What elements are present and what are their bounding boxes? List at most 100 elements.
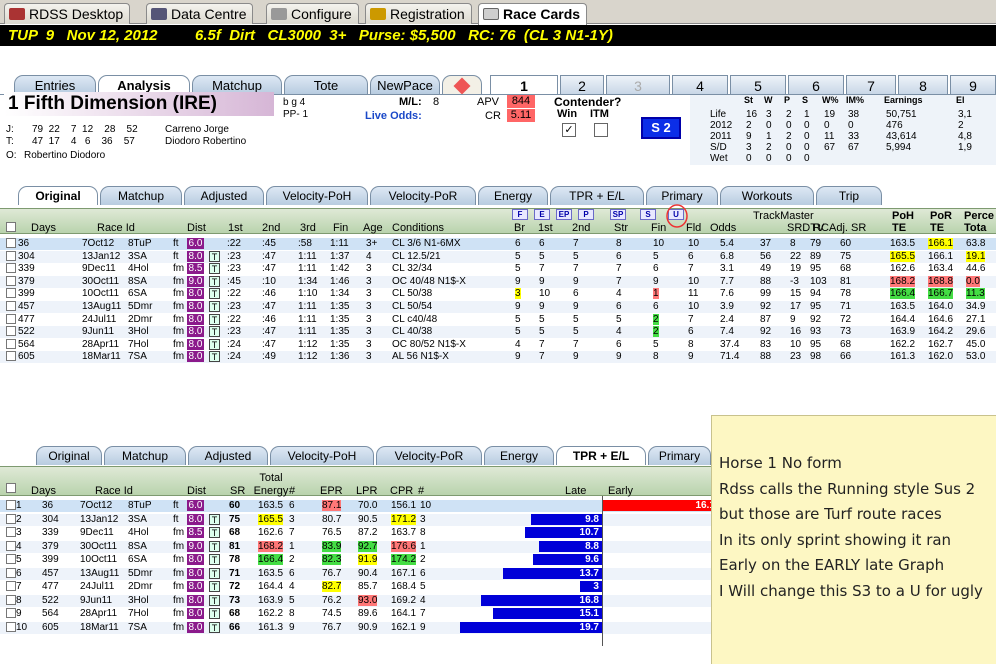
horse-tab-5[interactable]: 5 xyxy=(730,75,786,95)
grid1-cell: 1:11 xyxy=(298,313,317,325)
grid2-cell: 8TuP xyxy=(128,500,152,511)
select-all-checkbox-2[interactable] xyxy=(6,483,16,493)
horse-tab-6[interactable]: 6 xyxy=(788,75,844,95)
grid1-cell: 72 xyxy=(840,313,852,325)
grid1-cell: 1:35 xyxy=(330,301,350,312)
table-row[interactable]: 1 36 7Oct12 8TuP ft 6.0 60 163.5 6 87.1 70.0 156.1 1… xyxy=(0,500,718,512)
pace-button-sp[interactable]: SP xyxy=(610,209,626,220)
table-row[interactable]: 457 13Aug11 5Dmr fm 8.0:23:47 1:11 1:35 3 CL 50/… xyxy=(0,301,996,313)
record-cell: 38 xyxy=(848,109,860,120)
table-row[interactable]: 6 457 13Aug11 5Dmr fm 8.0 71 163.5 6 76.7 90.4 167.… xyxy=(0,567,711,580)
row-checkbox[interactable] xyxy=(6,275,16,286)
table-row[interactable]: 564 28Apr11 7Hol fm 8.0:24:47 1:12 1:35 3 OC 80/… xyxy=(0,338,996,351)
tab-data-centre[interactable]: Data Centre xyxy=(146,3,254,24)
subtab2-tpr-e-l[interactable]: TPR + E/L xyxy=(556,446,646,465)
horse-tab-2[interactable]: 2 xyxy=(560,75,604,95)
table-row[interactable]: 477 24Jul11 2Dmr fm 8.0:22:46 1:11 1:35 3 CL c40… xyxy=(0,313,996,326)
row-checkbox[interactable] xyxy=(6,301,16,311)
horse-tab-1[interactable]: 1 xyxy=(490,75,558,95)
apv-value: 844 xyxy=(507,95,535,108)
row-checkbox[interactable] xyxy=(6,581,16,591)
row-checkbox[interactable] xyxy=(6,263,16,274)
tab-rdss-desktop[interactable]: RDSS Desktop xyxy=(4,3,131,24)
subtab2-velocity-poh[interactable]: Velocity-PoH xyxy=(270,446,374,465)
row-checkbox[interactable] xyxy=(6,351,16,362)
pace-button-p[interactable]: P xyxy=(578,209,594,220)
row-checkbox[interactable] xyxy=(6,288,16,299)
row-checkbox[interactable] xyxy=(6,250,16,261)
pace-button-f[interactable]: F xyxy=(512,209,528,220)
table-row[interactable]: 379 30Oct11 8SA fm 9.0:45:10 1:34 1:46 3 OC 40/4… xyxy=(0,275,996,288)
row-checkbox[interactable] xyxy=(6,527,16,537)
pace-button-e[interactable]: E xyxy=(534,209,550,220)
tab-newpace[interactable]: NewPace xyxy=(370,75,440,94)
record-cell: Wet xyxy=(710,153,728,164)
win-checkbox[interactable]: ✓ xyxy=(562,123,576,137)
subtab2-primary[interactable]: Primary xyxy=(648,446,711,465)
subtab-velocity-poh[interactable]: Velocity-PoH xyxy=(266,186,368,205)
itm-checkbox[interactable] xyxy=(594,123,608,137)
table-row[interactable]: 8 522 9Jun11 3Hol fm 8.0 73 163.9 5 76.2 93.0 169.2… xyxy=(0,594,711,607)
tab-registration[interactable]: Registration xyxy=(365,3,472,24)
horse-tab-4[interactable]: 4 xyxy=(672,75,728,95)
row-checkbox[interactable] xyxy=(6,238,16,248)
row-checkbox[interactable] xyxy=(6,594,16,605)
subtab-velocity-por[interactable]: Velocity-PoR xyxy=(370,186,476,205)
row-checkbox[interactable] xyxy=(6,540,16,551)
horse-tab-3[interactable]: 3 xyxy=(606,75,670,95)
table-row[interactable]: 339 9Dec11 4Hol fm 8.5:23:47 1:11 1:42 3 CL 32/3… xyxy=(0,263,996,275)
subtab-matchup[interactable]: Matchup xyxy=(100,186,182,205)
subtab-tpr-e-l[interactable]: TPR + E/L xyxy=(550,186,644,205)
table-row[interactable]: 2 304 13Jan12 3SA ft 8.0 75 165.5 3 80.7 90.5 171.2… xyxy=(0,513,711,526)
grid1-cell: 8.0 xyxy=(187,326,204,338)
table-row[interactable]: 36 7Oct12 8TuP ft 6.0:22:45:58 1:11 3+ CL 3/6 N… xyxy=(0,238,996,250)
subtab-energy[interactable]: Energy xyxy=(478,186,548,205)
table-row[interactable]: 7 477 24Jul11 2Dmr fm 8.0 72 164.4 4 82.7 85.7 168.… xyxy=(0,581,711,593)
table-row[interactable]: 522 9Jun11 3Hol fm 8.0:23:47 1:11 1:35 3 CL 40/3… xyxy=(0,326,996,339)
pace-button-s[interactable]: S xyxy=(640,209,656,220)
diamond-icon-button[interactable] xyxy=(442,75,482,95)
tab-configure[interactable]: Configure xyxy=(266,3,359,24)
select-all-checkbox[interactable] xyxy=(6,222,16,232)
tab-tote[interactable]: Tote xyxy=(284,75,368,94)
table-row[interactable]: 399 10Oct11 6SA fm 8.0:22:46 1:10 1:34 3 CL 50/3… xyxy=(0,288,996,300)
subtab-original[interactable]: Original xyxy=(18,186,98,205)
subtab-workouts[interactable]: Workouts xyxy=(720,186,814,205)
grid1-cell: :47 xyxy=(262,250,276,262)
subtab2-energy[interactable]: Energy xyxy=(484,446,554,465)
table-row[interactable]: 605 18Mar11 7SA fm 8.0:24:49 1:12 1:36 3 AL 56 N… xyxy=(0,351,996,364)
row-checkbox[interactable] xyxy=(6,313,16,324)
row-checkbox[interactable] xyxy=(6,554,16,564)
row-checkbox[interactable] xyxy=(6,567,16,578)
table-row[interactable]: 5 399 10Oct11 6SA fm 8.0 78 166.4 2 82.3 91.9 174.2… xyxy=(0,554,711,566)
table-row[interactable]: 304 13Jan12 3SA ft 8.0:23:47 1:11 1:37 4 CL 12.5… xyxy=(0,250,996,263)
subtab2-velocity-por[interactable]: Velocity-PoR xyxy=(376,446,482,465)
tab-race-cards[interactable]: Race Cards xyxy=(478,3,588,25)
grid2-cell: 60 xyxy=(229,500,241,511)
row-checkbox[interactable] xyxy=(6,326,16,337)
row-checkbox[interactable] xyxy=(6,513,16,524)
grid1-cell: :24 xyxy=(227,338,241,350)
grid1-cell: fm xyxy=(173,275,185,287)
table-row[interactable]: 3 339 9Dec11 4Hol fm 8.5 68 162.6 7 76.5 87.2 163.7… xyxy=(0,527,711,539)
running-style-button[interactable]: S 2 xyxy=(641,117,681,139)
contender-label: Contender? xyxy=(554,95,622,109)
grid1-cell: 10 xyxy=(539,288,551,300)
subtab-trip[interactable]: Trip xyxy=(816,186,882,205)
table-row[interactable]: 4 379 30Oct11 8SA fm 9.0 81 168.2 1 83.9 92.7 176.6… xyxy=(0,540,711,553)
subtab2-matchup[interactable]: Matchup xyxy=(104,446,186,465)
subtab2-original[interactable]: Original xyxy=(36,446,102,465)
grid1-col-header: 2nd xyxy=(572,222,591,234)
pace-button-ep[interactable]: EP xyxy=(556,209,572,220)
horse-tab-7[interactable]: 7 xyxy=(846,75,896,95)
subtab2-adjusted[interactable]: Adjusted xyxy=(188,446,268,465)
row-checkbox[interactable] xyxy=(6,500,16,510)
row-checkbox[interactable] xyxy=(6,621,16,632)
row-checkbox[interactable] xyxy=(6,608,16,618)
subtab-adjusted[interactable]: Adjusted xyxy=(184,186,264,205)
horse-tab-9[interactable]: 9 xyxy=(950,75,996,95)
table-row[interactable]: 10 605 18Mar11 7SA fm 8.0 66 161.3 9 76.7 90.9 162.… xyxy=(0,621,711,634)
table-row[interactable]: 9 564 28Apr11 7Hol fm 8.0 68 162.2 8 74.5 89.6 164.… xyxy=(0,608,711,620)
horse-tab-8[interactable]: 8 xyxy=(898,75,948,95)
row-checkbox[interactable] xyxy=(6,338,16,349)
